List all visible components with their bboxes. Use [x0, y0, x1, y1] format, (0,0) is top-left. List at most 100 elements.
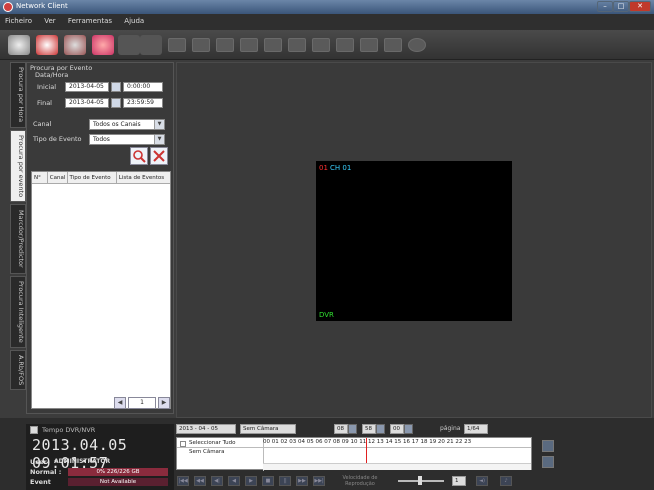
- datetime-label: Data/Hora: [35, 71, 69, 79]
- play-button[interactable]: ||: [279, 476, 291, 486]
- row-divider: [177, 447, 531, 448]
- chevron-down-icon: ▼: [154, 135, 164, 144]
- tab-arb[interactable]: A.Rb/FOS: [10, 350, 26, 390]
- event-type-label: Tipo de Evento: [33, 135, 82, 143]
- prev-page-button[interactable]: ◀: [114, 397, 126, 409]
- menu-bar: Ficheiro Ver Ferramentas Ajuda: [0, 14, 654, 30]
- speed-label: Velocidade de Reprodução: [342, 475, 378, 487]
- channel-select[interactable]: Todos os Canais ▼: [89, 119, 165, 130]
- event-storage-bar: Not Available: [68, 478, 168, 486]
- toolbar: [0, 30, 654, 60]
- layout-16-button[interactable]: [336, 38, 354, 52]
- second-field[interactable]: 00: [390, 424, 404, 434]
- end-time-field[interactable]: 23:59:59: [123, 98, 163, 108]
- normal-label: Normal :: [30, 468, 62, 476]
- live-view-button[interactable]: [8, 35, 30, 55]
- menu-ajuda[interactable]: Ajuda: [119, 14, 149, 28]
- title-bar: Network Client – □ ✕: [0, 0, 654, 14]
- backup-button[interactable]: [92, 35, 114, 55]
- layout-4-button[interactable]: [192, 38, 210, 52]
- layout-10-button[interactable]: [288, 38, 306, 52]
- app-icon: [3, 2, 13, 12]
- end-date-field[interactable]: 2013-04-05: [65, 98, 109, 108]
- time-cursor[interactable]: [366, 438, 367, 464]
- vertical-tabs: Procura por Hora Procura por evento Marc…: [10, 62, 26, 392]
- window-title: Network Client: [16, 2, 68, 10]
- video-cell[interactable]: 01 CH 01 DVR: [316, 161, 512, 321]
- next-page-button[interactable]: ▶: [158, 397, 170, 409]
- search-panel: Procura por Evento Data/Hora Inicial 201…: [26, 62, 174, 414]
- layout-9-button[interactable]: [264, 38, 282, 52]
- zoom-out-icon[interactable]: [542, 456, 554, 468]
- end-label: Final: [37, 99, 52, 107]
- start-time-field[interactable]: 0:00:00: [123, 82, 163, 92]
- channel-select-value: Todos os Canais: [93, 121, 141, 128]
- pause-button[interactable]: ▶: [245, 476, 257, 486]
- play-reverse-button[interactable]: ◀: [228, 476, 240, 486]
- fullscreen-button[interactable]: [408, 38, 426, 52]
- speed-slider-handle[interactable]: [418, 476, 422, 485]
- col-channel: Canal: [48, 172, 68, 183]
- minute-spinner[interactable]: [376, 424, 385, 434]
- timeline-date[interactable]: 2013 - 04 - 05: [176, 424, 236, 434]
- audio-settings-icon[interactable]: ♪: [500, 476, 512, 486]
- layout-8-button[interactable]: [240, 38, 258, 52]
- search-button[interactable]: [36, 35, 58, 55]
- start-date-field[interactable]: 2013-04-05: [65, 82, 109, 92]
- clear-search-icon[interactable]: [150, 147, 168, 165]
- event-results-table: N° Canal Tipo de Evento Lista de Eventos: [31, 171, 171, 409]
- timeline-camera[interactable]: Sem Câmara: [240, 424, 296, 434]
- step-back-button[interactable]: ◀|: [211, 476, 223, 486]
- source-label: DVR: [319, 311, 334, 319]
- event-type-select[interactable]: Todos ▼: [89, 134, 165, 145]
- hour-spinner[interactable]: [348, 424, 357, 434]
- timeline-grid[interactable]: Seleccionar Tudo Sem Câmara 00 01 02 03 …: [176, 437, 532, 471]
- layout-25-button[interactable]: [360, 38, 378, 52]
- stop-button[interactable]: ■: [262, 476, 274, 486]
- mute-icon[interactable]: ◄): [476, 476, 488, 486]
- minimize-button[interactable]: –: [597, 1, 613, 12]
- last-frame-button[interactable]: ▶▶|: [313, 476, 325, 486]
- layout-6-button[interactable]: [216, 38, 234, 52]
- print-button[interactable]: [118, 35, 140, 55]
- fast-forward-button[interactable]: ▶▶: [296, 476, 308, 486]
- table-header: N° Canal Tipo de Evento Lista de Eventos: [32, 172, 170, 184]
- rewind-button[interactable]: ◀◀: [194, 476, 206, 486]
- tab-procura-hora[interactable]: Procura por Hora: [10, 62, 26, 128]
- end-calendar-icon[interactable]: [111, 98, 121, 108]
- timeline-page: 1/64: [464, 424, 488, 434]
- menu-ficheiro[interactable]: Ficheiro: [0, 14, 37, 28]
- time-label: Tempo DVR/NVR: [42, 426, 96, 434]
- dvr-clock: 2013.04.05 09:01:57: [32, 436, 128, 472]
- menu-ver[interactable]: Ver: [39, 14, 60, 28]
- chevron-down-icon: ▼: [154, 120, 164, 129]
- channel-name: CH 01: [330, 164, 352, 172]
- layout-36-button[interactable]: [384, 38, 402, 52]
- layout-1-button[interactable]: [168, 38, 186, 52]
- camera-row-label: Sem Câmara: [189, 449, 225, 455]
- user-label: User: [30, 458, 47, 466]
- tab-procura-inteligente[interactable]: Procura Inteligente: [10, 276, 26, 348]
- menu-ferramentas[interactable]: Ferramentas: [63, 14, 117, 28]
- hour-scale: 00 01 02 03 04 05 06 07 08 09 10 11 12 1…: [263, 439, 472, 445]
- maximize-button[interactable]: □: [613, 1, 629, 12]
- setup-button[interactable]: [64, 35, 86, 55]
- user-value: ADMINISTRATOR: [54, 458, 111, 465]
- time-checkbox[interactable]: [30, 426, 38, 434]
- delete-button[interactable]: [140, 35, 162, 55]
- tab-marcador[interactable]: Marcdor/Predictor: [10, 204, 26, 274]
- hour-field[interactable]: 08: [334, 424, 348, 434]
- close-button[interactable]: ✕: [629, 1, 651, 12]
- page-label: página: [440, 425, 461, 432]
- second-spinner[interactable]: [404, 424, 413, 434]
- first-frame-button[interactable]: |◀◀: [177, 476, 189, 486]
- tab-procura-evento[interactable]: Procura por evento: [10, 130, 26, 202]
- zoom-in-icon[interactable]: [542, 440, 554, 452]
- col-num: N°: [32, 172, 48, 183]
- start-calendar-icon[interactable]: [111, 82, 121, 92]
- search-icon[interactable]: [130, 147, 148, 165]
- layout-13-button[interactable]: [312, 38, 330, 52]
- select-all-label: Seleccionar Tudo: [189, 440, 236, 446]
- timeline-scrollbar[interactable]: [263, 463, 531, 470]
- minute-field[interactable]: 58: [362, 424, 376, 434]
